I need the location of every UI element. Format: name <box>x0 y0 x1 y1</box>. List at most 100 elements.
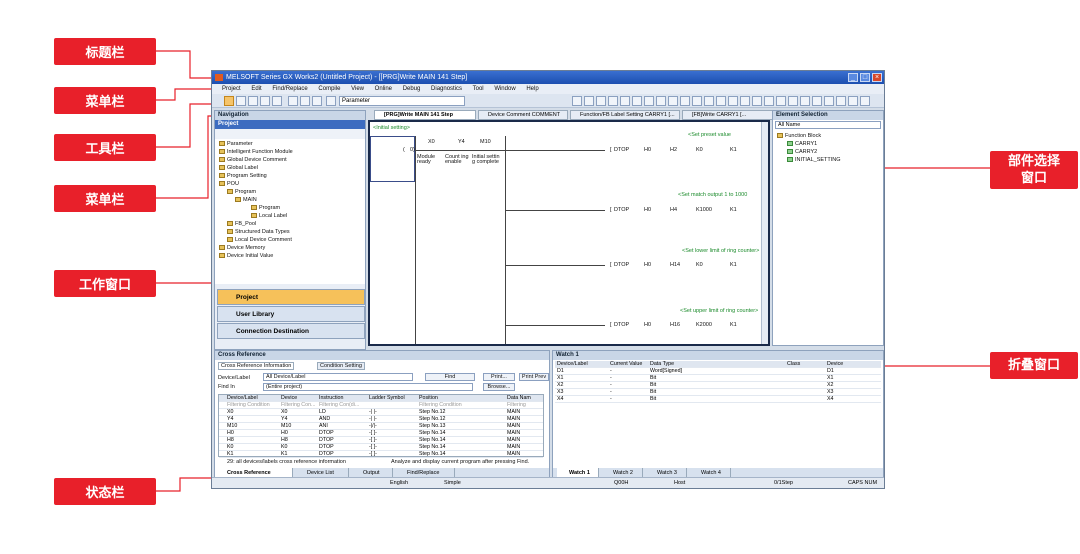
tool-icon-n[interactable] <box>728 96 738 106</box>
menu-edit[interactable]: Edit <box>251 86 261 92</box>
tool-icon-v[interactable] <box>824 96 834 106</box>
maximize-button[interactable]: □ <box>860 73 870 82</box>
nav-button-user-library[interactable]: User Library <box>217 306 365 322</box>
tree-item[interactable]: Device Initial Value <box>227 253 273 259</box>
menu-project[interactable]: Project <box>222 86 241 92</box>
tool-icon-i[interactable] <box>668 96 678 106</box>
tree-item[interactable]: FB_Pool <box>235 221 256 227</box>
tool-icon-t[interactable] <box>800 96 810 106</box>
tree-item[interactable]: CARRY2 <box>795 149 817 155</box>
tool-icon-m[interactable] <box>716 96 726 106</box>
tree-item[interactable]: Local Device Comment <box>235 237 292 243</box>
tool-icon-e[interactable] <box>620 96 630 106</box>
menu-help[interactable]: Help <box>526 86 538 92</box>
table-row[interactable]: Y4 Y4 AND -| |- Step No.12 MAIN <box>219 416 543 423</box>
tab-fb-label[interactable]: Function/FB Label Setting CARRY1 [... <box>570 110 680 120</box>
tool-icon-l[interactable] <box>704 96 714 106</box>
tool-icon-h[interactable] <box>656 96 666 106</box>
open-icon[interactable] <box>236 96 246 106</box>
tree-item[interactable]: MAIN <box>243 197 257 203</box>
table-row[interactable]: X2- Bit X2 <box>555 382 881 389</box>
contact-y4[interactable]: Y4 <box>458 139 465 145</box>
tool-icon-k[interactable] <box>692 96 702 106</box>
tab-condition-setting[interactable]: Condition Setting <box>317 362 365 370</box>
find-in-select[interactable]: (Entire project) <box>263 383 473 391</box>
ladder-scrollbar[interactable] <box>761 122 768 344</box>
minimize-button[interactable]: _ <box>848 73 858 82</box>
menu-tool[interactable]: Tool <box>473 86 484 92</box>
tree-item[interactable]: POU <box>227 181 239 187</box>
parameter-icon[interactable] <box>326 96 336 106</box>
table-row[interactable]: K0 K0 DTOP -[ ]- Step No.14 MAIN <box>219 444 543 451</box>
tool-icon-x[interactable] <box>848 96 858 106</box>
paste-icon[interactable] <box>312 96 322 106</box>
tool-icon-q[interactable] <box>764 96 774 106</box>
table-row[interactable]: H8 H8 DTOP -[ ]- Step No.14 MAIN <box>219 437 543 444</box>
device-label-select[interactable]: All Device/Label <box>263 373 413 381</box>
tool-icon-y[interactable] <box>860 96 870 106</box>
table-row[interactable]: X4- Bit X4 <box>555 396 881 403</box>
find-icon[interactable] <box>272 96 282 106</box>
tree-item[interactable]: Device Memory <box>227 245 265 251</box>
tool-icon-b[interactable] <box>584 96 594 106</box>
element-filter-select[interactable]: All Name <box>775 121 881 129</box>
find-button[interactable]: Find <box>425 373 475 381</box>
tree-item[interactable]: Global Device Comment <box>227 157 287 163</box>
tree-item[interactable]: Local Label <box>259 213 287 219</box>
tree-item[interactable]: Global Label <box>227 165 258 171</box>
menu-compile[interactable]: Compile <box>318 86 340 92</box>
tab-cross-reference-info[interactable]: Cross Reference Information <box>218 362 295 370</box>
table-row[interactable]: X0 X0 LD -| |- Step No.12 MAIN <box>219 409 543 416</box>
tool-icon-o[interactable] <box>740 96 750 106</box>
print-preview-button[interactable]: Print Prev <box>519 373 549 381</box>
tab-fb-carry[interactable]: [FB]Write CARRY1 [... <box>682 110 774 120</box>
tree-item[interactable]: Program <box>259 205 280 211</box>
table-row[interactable]: X1- Bit X1 <box>555 375 881 382</box>
tool-icon-s[interactable] <box>788 96 798 106</box>
menu-find-replace[interactable]: Find/Replace <box>272 86 307 92</box>
copy-icon[interactable] <box>300 96 310 106</box>
ladder-editor[interactable]: <Initial setting> ( 0) X0 Y4 M10 Module … <box>368 120 770 346</box>
contact-m10[interactable]: M10 <box>480 139 491 145</box>
table-row[interactable]: X3- Bit X3 <box>555 389 881 396</box>
menu-diagnostics[interactable]: Diagnostics <box>431 86 462 92</box>
cut-icon[interactable] <box>288 96 298 106</box>
table-row[interactable]: K1 K1 DTOP -[ ]- Step No.14 MAIN <box>219 451 543 458</box>
save-icon[interactable] <box>248 96 258 106</box>
tool-icon-f[interactable] <box>632 96 642 106</box>
table-row[interactable]: H0 H0 DTOP -[ ]- Step No.14 MAIN <box>219 430 543 437</box>
tree-item[interactable]: INITIAL_SETTING <box>795 157 841 163</box>
print-button[interactable]: Print... <box>483 373 515 381</box>
browse-button[interactable]: Browse... <box>483 383 515 391</box>
tab-prg-main[interactable]: [PRG]Write MAIN 141 Step <box>374 110 476 120</box>
nav-button-connection[interactable]: Connection Destination <box>217 323 365 339</box>
tool-icon-a[interactable] <box>572 96 582 106</box>
tool-icon-g[interactable] <box>644 96 654 106</box>
tool-icon-c[interactable] <box>596 96 606 106</box>
tree-item[interactable]: Parameter <box>227 141 253 147</box>
tree-item[interactable]: Program <box>235 189 256 195</box>
tab-device-comment[interactable]: Device Comment COMMENT <box>478 110 568 120</box>
menu-online[interactable]: Online <box>375 86 392 92</box>
tree-item[interactable]: Program Setting <box>227 173 267 179</box>
tree-item[interactable]: CARRY1 <box>795 141 817 147</box>
parameter-select[interactable]: Parameter <box>339 96 465 106</box>
table-row[interactable]: M10 M10 ANI -|/|- Step No.13 MAIN <box>219 423 543 430</box>
menu-debug[interactable]: Debug <box>403 86 421 92</box>
tree-item[interactable]: Structured Data Types <box>235 229 290 235</box>
contact-x0[interactable]: X0 <box>428 139 435 145</box>
new-icon[interactable] <box>224 96 234 106</box>
tool-icon-u[interactable] <box>812 96 822 106</box>
table-row[interactable]: D1- Word[Signed] D1 <box>555 368 881 375</box>
tree-item[interactable]: Intelligent Function Module <box>227 149 293 155</box>
nav-button-project[interactable]: Project <box>217 289 365 305</box>
tool-icon-p[interactable] <box>752 96 762 106</box>
menu-window[interactable]: Window <box>494 86 515 92</box>
tool-icon-j[interactable] <box>680 96 690 106</box>
close-button[interactable]: × <box>872 73 882 82</box>
table-filter-row[interactable]: Filtering Condition Filtering Con... Filte… <box>219 402 543 409</box>
tool-icon-r[interactable] <box>776 96 786 106</box>
tool-icon-d[interactable] <box>608 96 618 106</box>
tree-item[interactable]: Function Block <box>785 133 821 139</box>
print-icon[interactable] <box>260 96 270 106</box>
